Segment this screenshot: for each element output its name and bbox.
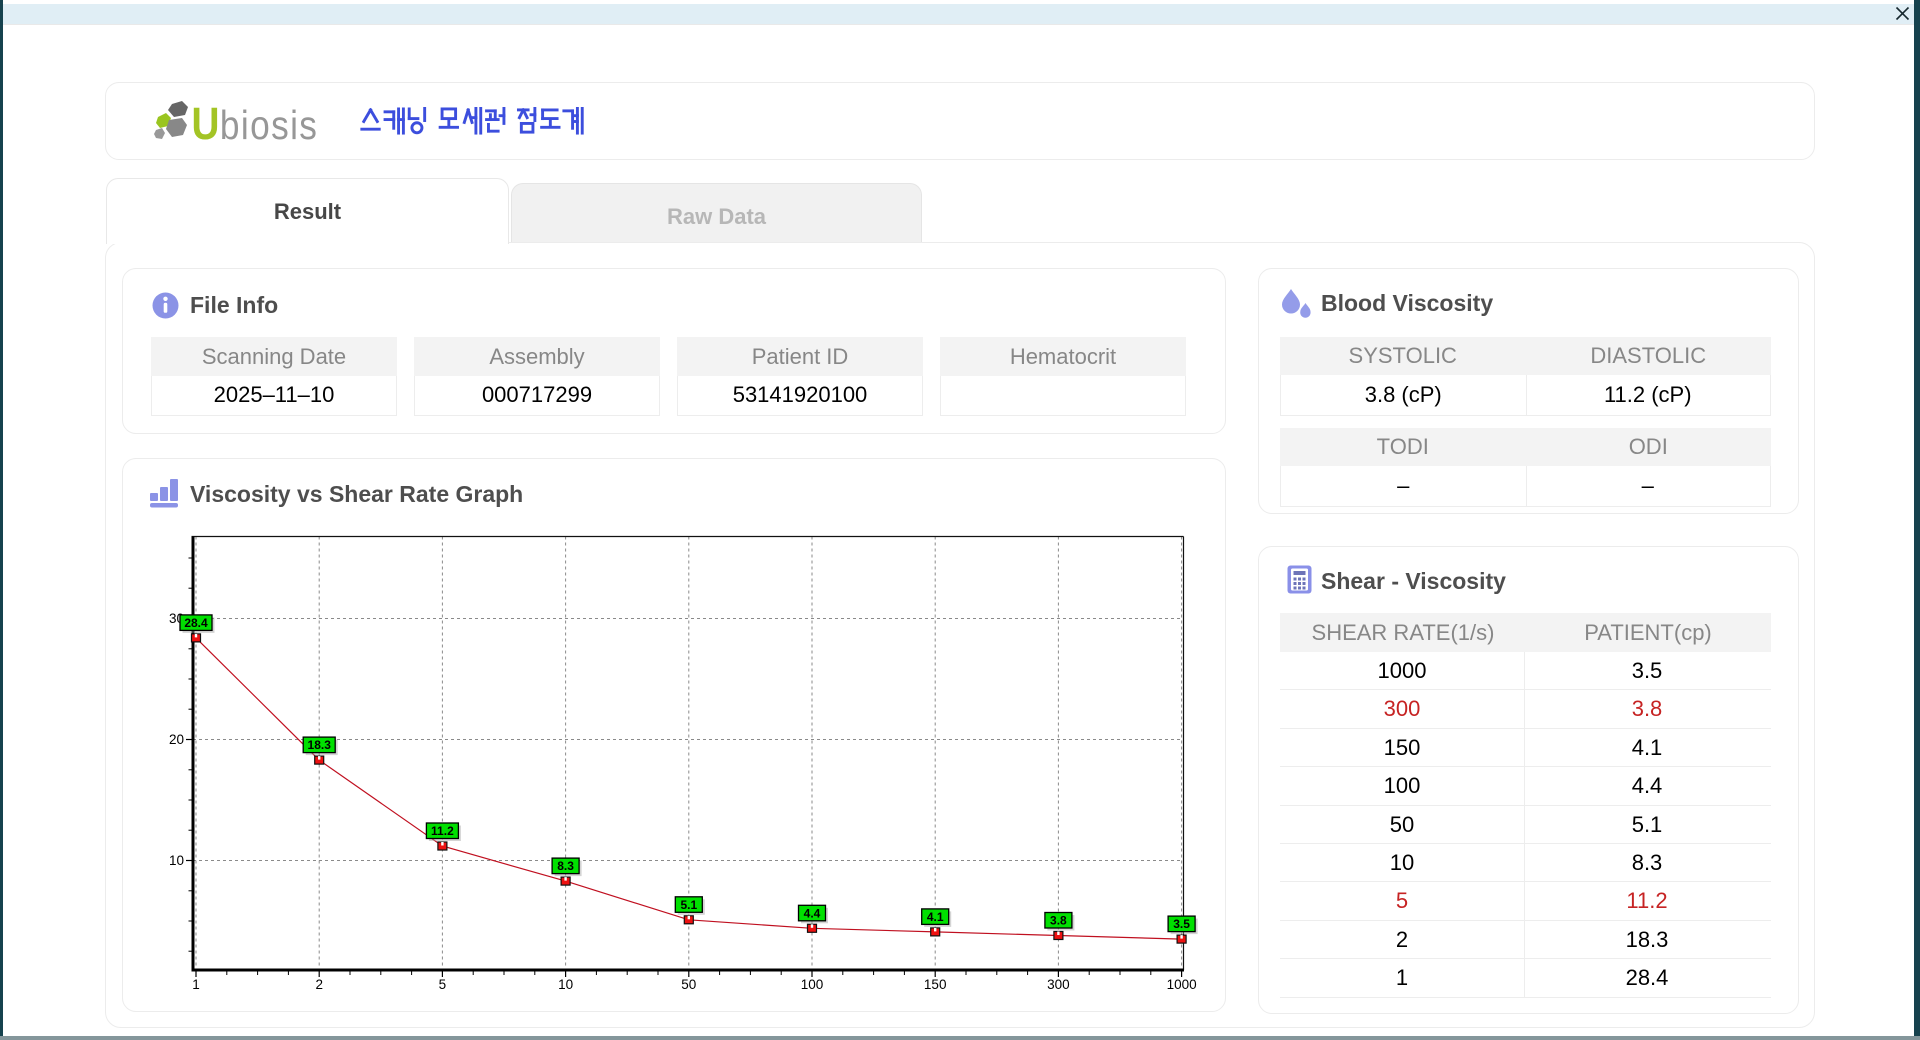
- svg-text:300: 300: [1047, 977, 1070, 992]
- svg-text:8.3: 8.3: [557, 859, 574, 873]
- svg-text:2: 2: [315, 977, 323, 992]
- svg-text:11.2: 11.2: [431, 824, 454, 838]
- svg-text:28.4: 28.4: [184, 616, 208, 630]
- svg-text:1000: 1000: [1167, 977, 1197, 992]
- svg-text:150: 150: [924, 977, 947, 992]
- svg-text:4.1: 4.1: [927, 910, 944, 924]
- svg-text:U: U: [192, 98, 220, 144]
- svg-text:100: 100: [801, 977, 824, 992]
- svg-text:biosis: biosis: [220, 103, 318, 144]
- svg-text:5: 5: [439, 977, 447, 992]
- svg-text:1: 1: [192, 977, 200, 992]
- svg-text:4.4: 4.4: [804, 906, 821, 920]
- svg-text:50: 50: [681, 977, 696, 992]
- svg-text:3.8: 3.8: [1050, 914, 1067, 928]
- svg-text:5.1: 5.1: [680, 898, 697, 912]
- svg-text:18.3: 18.3: [308, 738, 332, 752]
- svg-text:10: 10: [558, 977, 573, 992]
- svg-text:10: 10: [169, 853, 184, 868]
- svg-text:3.5: 3.5: [1173, 917, 1190, 931]
- svg-text:20: 20: [169, 732, 184, 747]
